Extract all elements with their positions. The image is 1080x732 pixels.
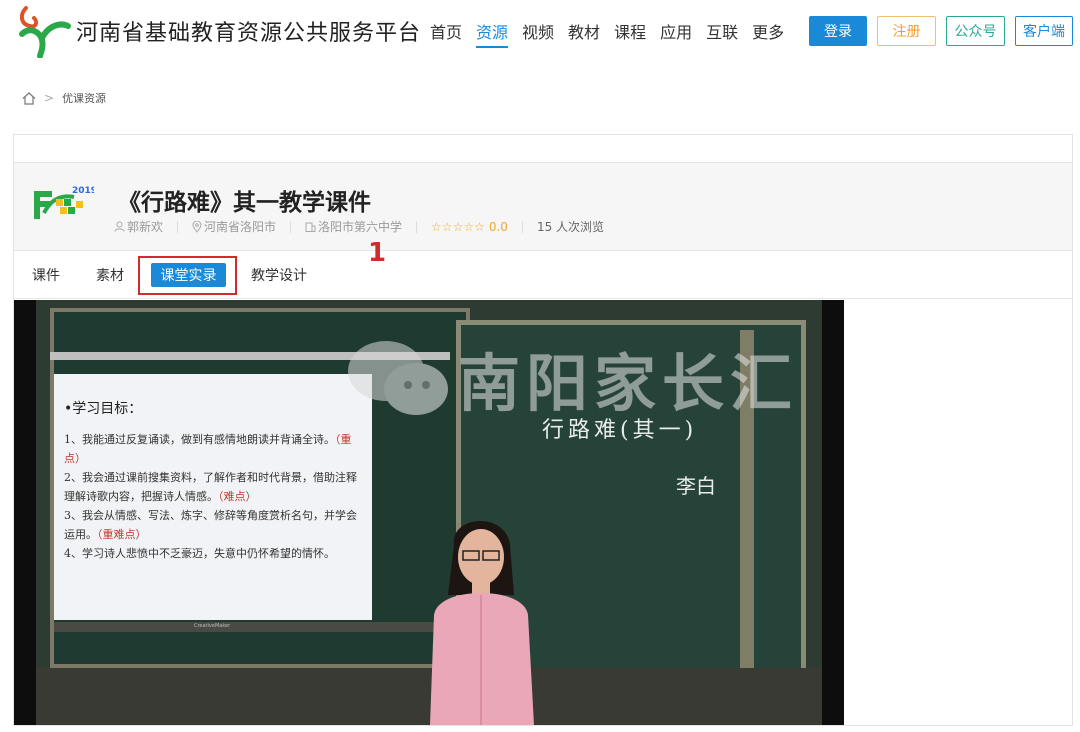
official-account-button[interactable]: 公众号 [946,16,1005,46]
login-button[interactable]: 登录 [809,16,867,46]
board-tray: CreativeMaker [54,622,454,632]
author-name[interactable]: 郭新欢 [127,218,163,235]
main-nav: 首页 资源 视频 教材 课程 应用 互联 更多 [430,19,784,48]
tab-materials[interactable]: 素材 [96,265,124,285]
nav-item-home[interactable]: 首页 [430,19,462,48]
client-button[interactable]: 客户端 [1015,16,1073,46]
projected-slide: •学习目标： 1、我能通过反复诵读，做到有感情地朗读并背诵全诗。（重点） 2、我… [54,374,372,620]
meta-school: 洛阳市第六中学 [305,218,402,235]
breadcrumb-current[interactable]: 优课资源 [62,90,106,106]
resource-header: 2019 《行路难》其一教学课件 郭新欢 河南省洛阳市 洛阳市第六中学 ☆☆☆☆… [14,163,1072,251]
watermark: 南阳家长汇 [346,333,798,423]
slide-heading: •学习目标： [64,401,143,417]
annotation-number: 1 [368,238,387,268]
divider [290,220,292,233]
badge-year: 2019 [72,186,94,196]
slide-line: 2、我会通过课前搜集资料，了解作者和时代背景，借助注释理解诗歌内容，把握诗人情感… [64,471,357,503]
location-text: 河南省洛阳市 [204,220,277,234]
home-icon[interactable] [22,91,36,105]
view-count: 15 人次浏览 [536,220,605,234]
rating-score: 0.0 [488,219,508,234]
resource-title: 《行路难》其一教学课件 [118,190,371,216]
breadcrumb: > 优课资源 [22,90,106,106]
nav-item-interconnect[interactable]: 互联 [706,19,738,48]
tab-courseware[interactable]: 课件 [32,265,60,285]
divider [177,220,179,233]
video-player[interactable]: •学习目标： 1、我能通过反复诵读，做到有感情地朗读并背诵全诗。（重点） 2、我… [14,300,844,725]
divider [416,220,418,233]
resource-meta: 郭新欢 河南省洛阳市 洛阳市第六中学 ☆☆☆☆☆ 0.0 15 人次浏览 [114,218,604,235]
nav-item-resources[interactable]: 资源 [476,19,509,48]
resource-card: 2019 《行路难》其一教学课件 郭新欢 河南省洛阳市 洛阳市第六中学 ☆☆☆☆… [13,162,1073,726]
meta-author: 郭新欢 [114,218,163,235]
top-header: 河南省基础教育资源公共服务平台 首页 资源 视频 教材 课程 应用 互联 更多 … [0,0,1080,62]
site-title[interactable]: 河南省基础教育资源公共服务平台 [76,15,421,47]
nav-item-textbooks[interactable]: 教材 [568,19,600,48]
wechat-icon [348,341,448,415]
tab-teaching-design[interactable]: 教学设计 [251,265,307,285]
nav-item-video[interactable]: 视频 [522,19,554,48]
slide-line: 3、我会从情感、写法、炼字、修辞等角度赏析名句，并学会运用。（重难点） [64,509,357,541]
building-icon [305,222,316,232]
divider [521,220,523,233]
nav-item-more[interactable]: 更多 [752,19,784,48]
platform-logo[interactable] [16,4,72,58]
teacher-figure [430,520,534,725]
meta-location: 河南省洛阳市 [192,218,276,235]
register-button[interactable]: 注册 [877,16,936,46]
projector-brand: CreativeMaker [194,623,231,629]
classroom-video-frame: •学习目标： 1、我能通过反复诵读，做到有感情地朗读并背诵全诗。（重点） 2、我… [36,300,822,725]
chevron-right-icon: > [44,91,55,105]
tab-classroom-record[interactable]: 课堂实录 [151,263,226,287]
card-top-strip [13,134,1073,164]
nav-item-courses[interactable]: 课程 [614,19,646,48]
nav-item-apps[interactable]: 应用 [660,19,692,48]
slide-line: 1、我能通过反复诵读，做到有感情地朗读并背诵全诗。（重点） [64,433,352,465]
school-name[interactable]: 洛阳市第六中学 [318,218,402,235]
youke-badge-icon: 2019 [34,186,94,219]
location-pin-icon [192,220,202,233]
resource-tabs: 课件 素材 1 课堂实录 教学设计 [14,238,1072,299]
star-rating-icon[interactable]: ☆☆☆☆☆ [431,220,485,234]
slide-line: 4、学习诗人悲愤中不乏豪迈，失意中仍怀希望的情怀。 [64,547,335,560]
watermark-text: 南阳家长汇 [458,347,799,420]
chalk-author: 李白 [676,474,716,498]
user-icon [114,221,125,232]
